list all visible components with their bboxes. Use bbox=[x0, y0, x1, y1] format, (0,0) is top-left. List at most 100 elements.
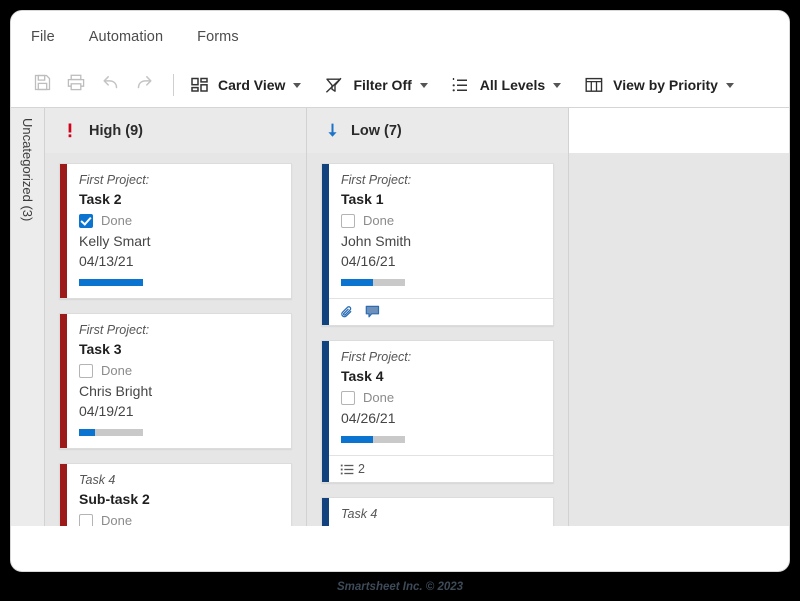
card-progress-fill bbox=[79, 279, 143, 286]
undo-icon bbox=[101, 74, 120, 96]
card-parent-label: First Project: bbox=[79, 173, 150, 187]
card-done-row[interactable]: Done bbox=[79, 513, 279, 526]
done-label: Done bbox=[101, 513, 133, 526]
card-task-2[interactable]: First Project: Task 2 Done Kelly Smart 0… bbox=[59, 163, 292, 299]
toolbar-divider bbox=[173, 74, 174, 96]
levels-label: All Levels bbox=[479, 77, 546, 93]
card-progress-bar bbox=[341, 436, 405, 443]
menu-item-forms[interactable]: Forms bbox=[197, 29, 239, 45]
arrow-down-icon bbox=[323, 122, 341, 139]
card-view-icon bbox=[188, 75, 210, 95]
card-progress-fill bbox=[341, 279, 373, 286]
column-title-high: High (9) bbox=[89, 122, 143, 139]
lane-rail-uncategorized[interactable]: Uncategorized (3) bbox=[11, 108, 45, 526]
card-done-row[interactable]: Done bbox=[341, 390, 541, 405]
card-done-row[interactable]: Done bbox=[341, 213, 541, 228]
print-button[interactable] bbox=[59, 70, 93, 100]
columns-icon bbox=[583, 75, 605, 95]
card-parent-label: First Project: bbox=[341, 173, 412, 187]
card-task-4[interactable]: First Project: Task 4 Done 04/26/21 2 bbox=[321, 340, 554, 483]
menu-item-file[interactable]: File bbox=[31, 29, 55, 45]
chevron-down-icon[interactable] bbox=[419, 82, 428, 88]
card-title: Task 3 bbox=[79, 341, 122, 357]
comment-icon[interactable] bbox=[365, 305, 380, 319]
card-task-1[interactable]: First Project: Task 1 Done John Smith 04… bbox=[321, 163, 554, 326]
card-date: 04/19/21 bbox=[79, 403, 134, 419]
card-assignee: Chris Bright bbox=[79, 383, 153, 399]
card-sub-task-1[interactable]: Task 4 Sub-task 1 Done bbox=[321, 497, 554, 526]
card-parent-label: Task 4 bbox=[341, 507, 378, 521]
view-by-label: View by Priority bbox=[613, 77, 718, 93]
column-body-high: First Project: Task 2 Done Kelly Smart 0… bbox=[45, 153, 306, 526]
card-progress-bar bbox=[341, 279, 405, 286]
levels-button[interactable]: All Levels bbox=[450, 75, 562, 95]
menu-item-automation[interactable]: Automation bbox=[89, 29, 163, 45]
filter-button[interactable]: Filter Off bbox=[323, 75, 428, 95]
undo-button[interactable] bbox=[93, 70, 127, 100]
card-footer: 2 bbox=[329, 455, 553, 482]
chevron-down-icon[interactable] bbox=[553, 82, 562, 88]
card-date: 04/13/21 bbox=[79, 253, 134, 269]
card-date: 04/16/21 bbox=[341, 253, 396, 269]
lane-label: Uncategorized (3) bbox=[20, 118, 35, 222]
done-checkbox[interactable] bbox=[79, 363, 93, 378]
card-title: Sub-task 1 bbox=[341, 525, 541, 526]
save-icon bbox=[34, 74, 51, 96]
card-parent-label: First Project: bbox=[79, 323, 150, 337]
card-done-row[interactable]: Done bbox=[79, 363, 279, 378]
subtask-list-icon[interactable]: 2 bbox=[340, 462, 365, 476]
print-icon bbox=[67, 74, 85, 96]
done-label: Done bbox=[101, 213, 133, 228]
done-label: Done bbox=[363, 213, 395, 228]
save-button[interactable] bbox=[25, 70, 59, 100]
filter-off-icon bbox=[323, 75, 345, 95]
card-view-label: Card View bbox=[218, 77, 286, 93]
column-body-low: First Project: Task 1 Done John Smith 04… bbox=[307, 153, 568, 526]
card-parent-label: Task 4 bbox=[79, 473, 116, 487]
toolbar: Card View Filter Off All Levels View by … bbox=[11, 63, 789, 107]
card-priority-stripe bbox=[322, 498, 329, 526]
app-window: File Automation Forms Card View Filter O… bbox=[10, 10, 790, 572]
card-progress-fill bbox=[79, 429, 95, 436]
done-checkbox[interactable] bbox=[79, 213, 93, 228]
card-progress-bar bbox=[79, 279, 143, 286]
card-done-row[interactable]: Done bbox=[79, 213, 279, 228]
redo-button[interactable] bbox=[127, 70, 161, 100]
card-title: Task 4 bbox=[341, 368, 384, 384]
chevron-down-icon[interactable] bbox=[725, 82, 734, 88]
card-progress-bar bbox=[79, 429, 143, 436]
card-priority-stripe bbox=[322, 341, 329, 482]
done-checkbox[interactable] bbox=[79, 513, 93, 526]
chevron-down-icon[interactable] bbox=[293, 82, 302, 88]
column-header-empty bbox=[569, 108, 789, 153]
card-view-button[interactable]: Card View bbox=[188, 75, 302, 95]
column-header-high[interactable]: High (9) bbox=[45, 108, 306, 153]
card-priority-stripe bbox=[60, 164, 67, 298]
done-label: Done bbox=[363, 390, 395, 405]
card-priority-stripe bbox=[322, 164, 329, 325]
board-column-empty bbox=[569, 108, 789, 526]
done-checkbox[interactable] bbox=[341, 390, 355, 405]
card-date: 04/26/21 bbox=[341, 410, 396, 426]
redo-icon bbox=[135, 74, 154, 96]
card-sub-task-2[interactable]: Task 4 Sub-task 2 Done 04/26/21 bbox=[59, 463, 292, 526]
card-assignee: John Smith bbox=[341, 233, 412, 249]
card-progress-fill bbox=[341, 436, 373, 443]
board-column-low: Low (7) First Project: Task 1 Done John … bbox=[307, 108, 569, 526]
card-assignee: Kelly Smart bbox=[79, 233, 151, 249]
card-title: Sub-task 2 bbox=[79, 491, 150, 507]
page-footer: Smartsheet Inc. © 2023 bbox=[0, 572, 800, 601]
card-title: Task 1 bbox=[341, 191, 384, 207]
done-checkbox[interactable] bbox=[341, 213, 355, 228]
card-footer bbox=[329, 298, 553, 325]
view-by-button[interactable]: View by Priority bbox=[583, 75, 734, 95]
board-column-high: High (9) First Project: Task 2 Done Kell… bbox=[45, 108, 307, 526]
card-priority-stripe bbox=[60, 464, 67, 526]
column-header-low[interactable]: Low (7) bbox=[307, 108, 568, 153]
attachment-icon[interactable] bbox=[340, 305, 355, 319]
column-body-empty bbox=[569, 153, 789, 526]
kanban-board: Uncategorized (3) High (9) First Project… bbox=[11, 107, 789, 526]
menu-bar: File Automation Forms bbox=[11, 11, 789, 63]
card-task-3[interactable]: First Project: Task 3 Done Chris Bright … bbox=[59, 313, 292, 449]
filter-label: Filter Off bbox=[353, 77, 412, 93]
